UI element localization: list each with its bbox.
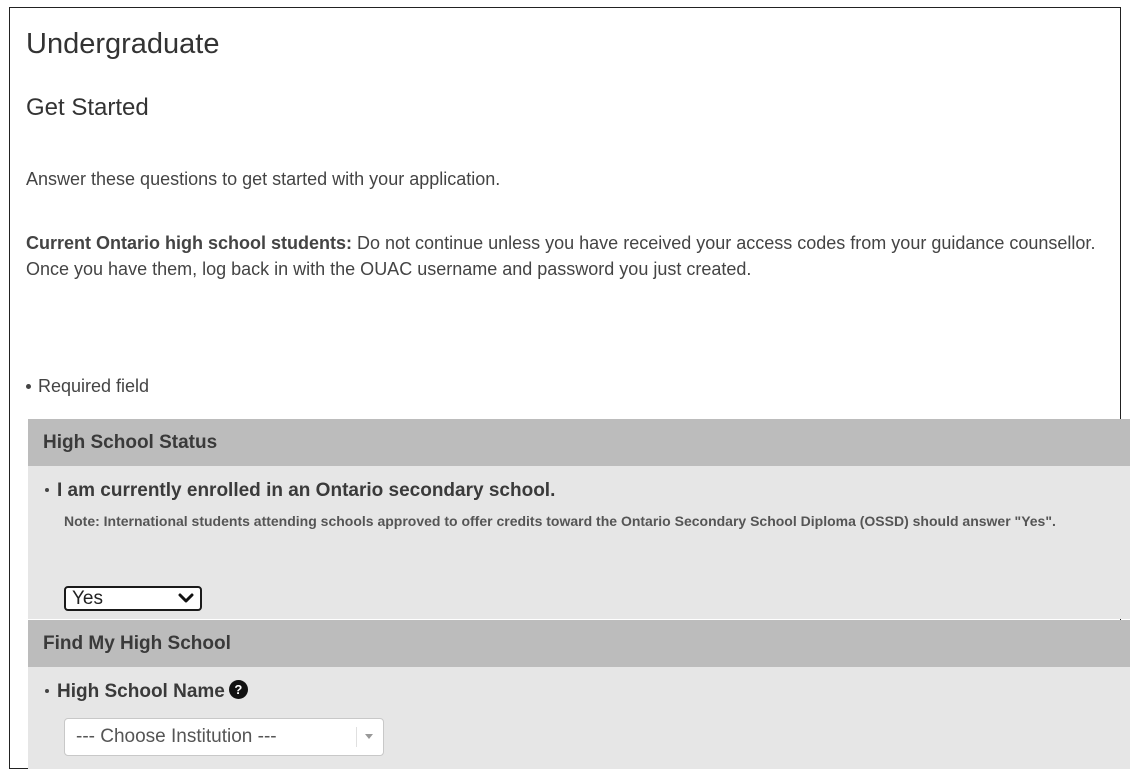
page-subtitle: Get Started <box>26 94 149 121</box>
institution-select[interactable]: --- Choose Institution --- <box>64 718 384 756</box>
enrolled-question-label: I am currently enrolled in an Ontario se… <box>45 480 555 502</box>
required-bullet-icon <box>45 688 49 693</box>
enrolled-question-text: I am currently enrolled in an Ontario se… <box>57 480 556 501</box>
intro-text: Answer these questions to get started wi… <box>26 169 501 189</box>
enrolled-select[interactable]: Yes <box>64 586 202 611</box>
chevron-down-icon <box>178 593 194 603</box>
select-divider <box>356 727 357 747</box>
ossd-note: Note: International students attending s… <box>64 513 1056 529</box>
high-school-name-label: High School Name? <box>45 680 248 703</box>
required-field-legend: Required field <box>26 376 149 397</box>
enrolled-select-value: Yes <box>72 588 103 609</box>
required-field-label: Required field <box>38 376 150 396</box>
section-header-high-school-status: High School Status <box>28 419 1130 466</box>
find-high-school-section: Find My High School High School Name? --… <box>28 620 1130 769</box>
institution-select-placeholder: --- Choose Institution --- <box>76 726 277 747</box>
required-bullet-icon <box>26 383 31 389</box>
section-header-find-high-school: Find My High School <box>28 620 1130 667</box>
high-school-notice: Current Ontario high school students: Do… <box>26 230 1106 282</box>
required-bullet-icon <box>45 487 49 492</box>
page-frame: Undergraduate Get Started Answer these q… <box>9 7 1130 769</box>
caret-down-icon <box>365 734 373 739</box>
high-school-name-text: High School Name <box>57 681 225 702</box>
high-school-status-section: High School Status I am currently enroll… <box>28 419 1130 619</box>
question-circle-icon[interactable]: ? <box>228 680 248 700</box>
notice-bold-label: Current Ontario high school students: <box>26 233 353 253</box>
main-content: Undergraduate Get Started Answer these q… <box>26 8 1130 769</box>
page-title: Undergraduate <box>26 28 220 60</box>
